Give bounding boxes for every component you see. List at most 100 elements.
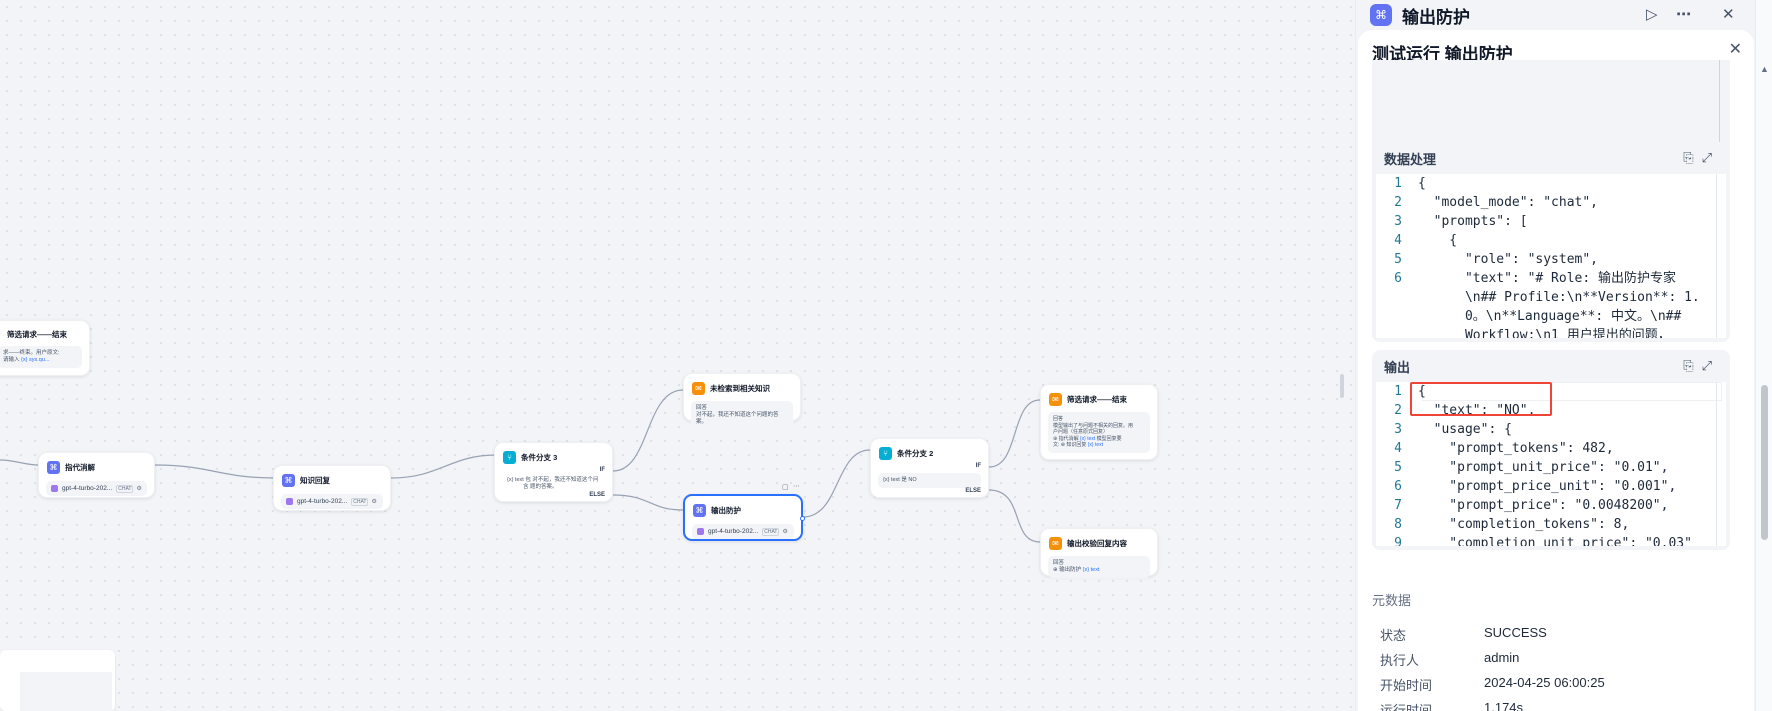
answer-icon: ✉ — [1049, 537, 1062, 550]
node-model-selector[interactable]: gpt-4-turbo-202... CHAT ⚙ — [281, 494, 383, 509]
code-scrollbar[interactable] — [1716, 382, 1726, 546]
metadata-title: 元数据 — [1372, 593, 1412, 608]
node-answer-box: 求——终束。用户原文: 请输入 {x} sys.qu... — [0, 346, 82, 368]
node-title: 未检索到相关知识 — [710, 384, 770, 393]
metadata-value: SUCCESS — [1484, 625, 1547, 640]
node-panel: ⌘ 输出防护 ▷ ⋯ ✕ 测试运行 输出防护 ✕ 数据处理 ⎘⤢ 1{2 "mo… — [1355, 0, 1755, 711]
line-content: \n## Profile:\n**Version**: 1. — [1418, 290, 1700, 305]
answer-text: 请输入 — [3, 357, 20, 363]
expand-icon[interactable]: ⤢ — [1702, 358, 1720, 373]
copy-icon[interactable]: ⎘ — [1683, 358, 1701, 373]
minimap-viewport[interactable] — [20, 672, 112, 711]
edge-branch2-filterend — [988, 399, 1041, 468]
node-output-guard[interactable]: ⌘ 输出防护 gpt-4-turbo-202... CHAT ⚙ — [683, 494, 805, 541]
edge-branch2-reply — [988, 489, 1041, 543]
settings-icon[interactable]: ⚙ — [782, 528, 787, 535]
section-tools: ⎘⤢ — [1683, 358, 1720, 374]
node-query-rewrite[interactable]: ⌘ 指代消解 gpt-4-turbo-202... CHAT ⚙ — [38, 452, 155, 498]
metadata-value: 1.174s — [1484, 700, 1524, 711]
section-header: 数据处理 — [1372, 142, 1730, 174]
settings-icon[interactable]: ⚙ — [136, 485, 141, 492]
variable-chip: {x} text — [1087, 442, 1104, 448]
code-editor[interactable]: 1{2 "model_mode": "chat", 3 "prompts": [4… — [1376, 174, 1726, 338]
line-content: { — [1418, 176, 1426, 191]
code-editor[interactable]: 1{2 "text": "NO", 3 "usage": {4 "prompt_t… — [1376, 382, 1726, 546]
code-line: 8 "completion_tokens": 8, — [1376, 515, 1726, 534]
code-line: 3 "usage": { — [1376, 420, 1726, 439]
answer-text: 文: — [1053, 442, 1060, 448]
scrollbar-thumb[interactable] — [1761, 385, 1768, 540]
node-head: ⌘ 输出防护 — [685, 496, 801, 519]
node-title: 筛选请求——结束 — [1067, 395, 1127, 404]
code-line: 6 "text": "# Role: 输出防护专家 — [1376, 269, 1726, 288]
model-name: gpt-4-turbo-202... — [708, 528, 759, 535]
code-scrollbar[interactable] — [1716, 174, 1726, 338]
llm-icon: ⌘ — [282, 474, 295, 487]
node-branch-2[interactable]: ⑂ 条件分支 2 IF {x} text 是 NO ELSE — [870, 438, 989, 498]
line-content: Workflow:\n1 用户提出的问题， — [1418, 328, 1671, 338]
node-answer-box: 回答 ⊕ 输出防护 {x} text — [1048, 556, 1150, 578]
settings-icon[interactable]: ⚙ — [371, 498, 376, 505]
model-name: gpt-4-turbo-202... — [62, 485, 113, 492]
workflow-canvas[interactable]: 筛选请求——结束 求——终束。用户原文: 请输入 {x} sys.qu... ⌘… — [0, 0, 1355, 711]
branch-condition: {x} text 是 NO — [878, 473, 981, 488]
close-icon[interactable]: ✕ — [1722, 5, 1735, 23]
node-filter-end[interactable]: ✉ 筛选请求——结束 回答 模型输出了与问题不相关的回复。用 户问题（任意原式回… — [1040, 384, 1158, 460]
answer-text: 模型回复要 — [1096, 435, 1122, 442]
metadata-key: 运行时间 — [1380, 703, 1433, 711]
node-branch-3[interactable]: ⑂ 条件分支 3 IF {x} text 包 对不起，我还不知道这个问 含 题的… — [494, 442, 613, 502]
expand-icon[interactable]: ⤢ — [1702, 150, 1720, 165]
scroll-up-icon[interactable]: ▲ — [1760, 64, 1769, 74]
node-head: ✉ 输出校验回复内容 — [1041, 529, 1157, 552]
metadata-key: 开始时间 — [1380, 678, 1433, 693]
answer-line: ⊕ 输出防护 {x} text — [1053, 567, 1145, 574]
node-model-selector[interactable]: gpt-4-turbo-202... CHAT ⚙ — [46, 481, 147, 496]
node-not-found[interactable]: ✉ 未检索到相关知识 回答 对不起，我还不知道这个问题的答案。 — [683, 373, 801, 430]
node-title: 输出防护 — [711, 506, 741, 515]
node-partial-end[interactable]: 筛选请求——结束 求——终束。用户原文: 请输入 {x} sys.qu... — [0, 320, 90, 376]
line-number: 1 — [1394, 384, 1402, 399]
code-line: 0。\n**Language**: 中文。\n## — [1376, 307, 1726, 326]
metadata-row: 状态 SUCCESS — [1380, 625, 1547, 644]
metadata-key: 执行人 — [1380, 653, 1420, 668]
node-model-selector[interactable]: gpt-4-turbo-202... CHAT ⚙ — [692, 524, 794, 539]
node-head: ⑂ 条件分支 3 — [495, 443, 612, 466]
line-number: 2 — [1394, 195, 1402, 210]
node-output-reply[interactable]: ✉ 输出校验回复内容 回答 ⊕ 输出防护 {x} text — [1040, 528, 1158, 578]
answer-line: 请输入 {x} sys.qu... — [3, 357, 77, 364]
line-number: 7 — [1394, 498, 1402, 513]
copy-icon[interactable]: ⎘ — [1683, 150, 1701, 165]
branch-condition: {x} text 包 对不起，我还不知道这个问 含 题的答案。 — [502, 475, 605, 493]
node-knowledge-reply[interactable]: ⌘ 知识回复 gpt-4-turbo-202... CHAT ⚙ — [273, 465, 391, 511]
line-content: "prompt_tokens": 482, — [1418, 441, 1614, 456]
answer-line: 求——终束。用户原文: — [3, 350, 60, 356]
edge-rewrite-knowledge — [154, 464, 276, 479]
close-icon[interactable]: ✕ — [1729, 39, 1742, 59]
panel-resize-handle[interactable] — [1340, 374, 1344, 398]
branch-if-label: IF — [599, 467, 605, 473]
metadata-row: 运行时间 1.174s — [1380, 700, 1523, 711]
llm-icon: ⌘ — [693, 504, 706, 517]
node-output-handle[interactable] — [800, 516, 805, 521]
node-ref: ⊕ 知识回复 — [1060, 442, 1087, 448]
line-content: "role": "system", — [1418, 252, 1599, 267]
line-number: 3 — [1394, 214, 1402, 229]
answer-label: 回答 — [1053, 560, 1065, 566]
panel-header: ⌘ 输出防护 ▷ ⋯ ✕ — [1356, 0, 1756, 30]
node-answer-box: 回答 对不起，我还不知道这个问题的答案。 — [691, 401, 793, 430]
node-title: 条件分支 3 — [521, 453, 558, 462]
answer-label: 回答 — [696, 405, 708, 411]
canvas-minimap[interactable] — [0, 650, 115, 711]
metadata-row: 开始时间 2024-04-25 06:00:25 — [1380, 675, 1605, 694]
line-number: 4 — [1394, 441, 1402, 456]
llm-icon: ⌘ — [47, 461, 60, 474]
code-line: 5 "role": "system", — [1376, 250, 1726, 269]
llm-icon: ⌘ — [1370, 4, 1392, 26]
more-icon[interactable]: ⋯ — [1676, 5, 1691, 23]
node-more-icon[interactable]: ⋯ — [793, 482, 800, 490]
play-icon[interactable]: ▷ — [1646, 5, 1658, 23]
edge-branch3-notfound — [612, 389, 684, 472]
node-run-icon[interactable]: ▢ — [782, 483, 789, 491]
branch-icon: ⑂ — [879, 447, 892, 460]
panel-scrollbar[interactable]: ▲ — [1755, 0, 1772, 711]
